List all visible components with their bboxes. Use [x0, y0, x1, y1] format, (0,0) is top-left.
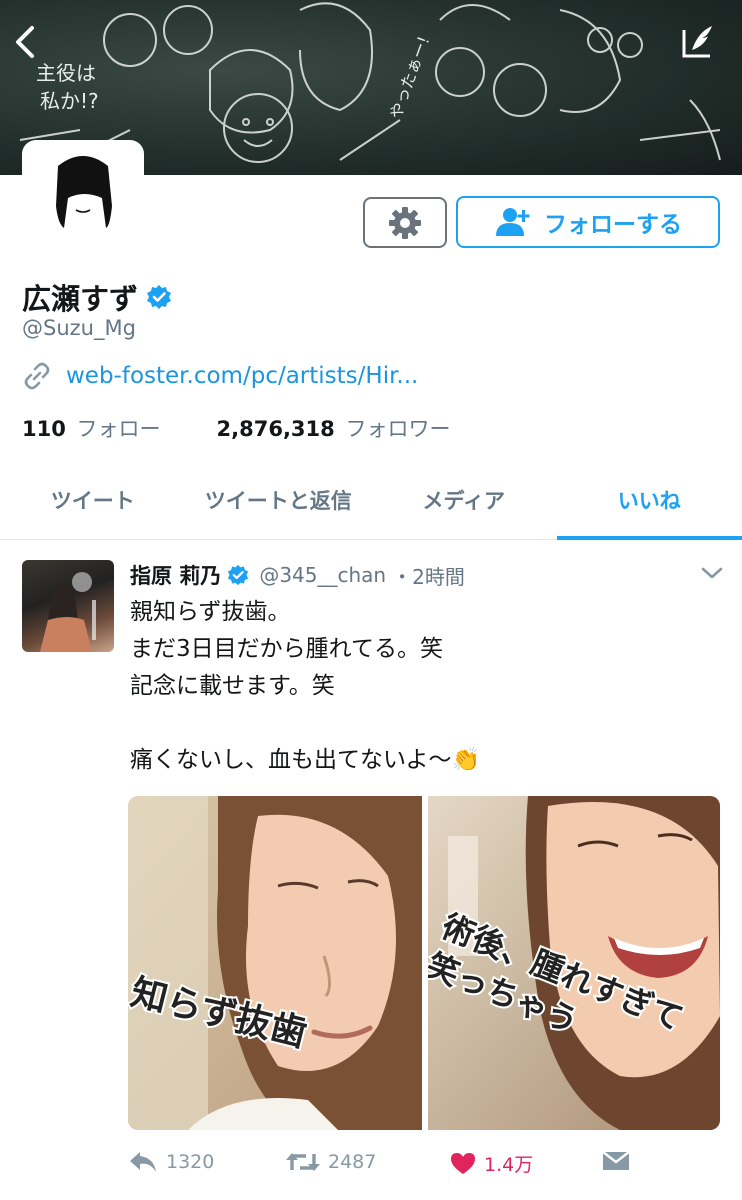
profile-handle: @Suzu_Mg [22, 316, 136, 340]
retweet-icon [286, 1153, 320, 1171]
tweet-photo-2[interactable]: 術後、腫れすぎて 笑っちゃう [428, 796, 720, 1130]
tweet-text: 親知らず抜歯。 まだ3日目だから腫れてる。笑 記念に載せます。笑 痛くないし、血… [130, 594, 720, 779]
profile-name: 広瀬すず [22, 282, 139, 316]
tweet-header: 指原 莉乃 @345__chan ・2時間 [130, 560, 710, 590]
profile-website[interactable]: web-foster.com/pc/artists/Hir... [22, 361, 418, 391]
heart-icon [451, 1152, 475, 1174]
verified-icon [147, 285, 172, 309]
tweet-actions: 1320 2487 1.4万 [128, 1150, 728, 1180]
tweet-author-name[interactable]: 指原 莉乃 [130, 560, 221, 590]
profile-tabs: ツイート ツイートと返信 メディア いいね [0, 460, 742, 540]
settings-button[interactable] [363, 197, 447, 248]
tweet-author-handle[interactable]: @345__chan [259, 563, 386, 587]
compose-icon [682, 26, 712, 58]
reply-icon [130, 1152, 156, 1172]
tweet-avatar-image [40, 572, 96, 652]
reply-count: 1320 [166, 1151, 215, 1173]
like-count: 1.4万 [484, 1154, 534, 1176]
tweet-menu-button[interactable] [700, 565, 724, 585]
profile-stats: 110 フォロー 2,876,318 フォロワー [22, 413, 450, 443]
chalk-text-3: やったぁー! [386, 34, 433, 122]
retweet-button[interactable]: 2487 [286, 1150, 376, 1174]
photo-2-image: 術後、腫れすぎて 笑っちゃう [428, 796, 720, 1130]
direct-message-button[interactable] [602, 1150, 630, 1172]
profile-avatar[interactable] [22, 140, 144, 240]
tab-tweets[interactable]: ツイート [0, 460, 186, 539]
following-stat[interactable]: 110 フォロー [22, 413, 161, 443]
chalk-text-2: 私か!? [40, 89, 99, 113]
followers-label: フォロワー [345, 417, 451, 441]
tweet-body: 親知らず抜歯。 まだ3日目だから腫れてる。笑 記念に載せます。笑 痛くないし、血… [130, 599, 452, 773]
avatar-drawing [56, 156, 112, 228]
back-button[interactable] [8, 22, 44, 62]
follow-button[interactable]: フォローする [456, 196, 720, 248]
followers-stat[interactable]: 2,876,318 フォロワー [217, 413, 451, 443]
tweet-photo-1[interactable]: 知らず抜歯 [128, 796, 422, 1130]
tab-media[interactable]: メディア [371, 460, 557, 539]
gear-icon [389, 206, 421, 239]
tab-likes[interactable]: いいね [556, 460, 742, 540]
follow-button-label: フォローする [544, 212, 682, 238]
following-label: フォロー [76, 417, 161, 441]
chevron-down-icon [701, 567, 723, 579]
following-count: 110 [22, 417, 66, 441]
tweet-time: ・2時間 [392, 564, 465, 589]
back-icon [16, 26, 34, 58]
chalk-text-1: 主役は [36, 61, 96, 85]
photo-1-image: 知らず抜歯 [128, 796, 422, 1130]
compose-button[interactable] [678, 22, 718, 62]
tweet-author-avatar[interactable] [22, 560, 114, 652]
verified-icon [228, 564, 249, 586]
direct-message-icon [602, 1151, 630, 1170]
clapping-hands-emoji: 👏 [451, 747, 481, 773]
like-button[interactable]: 1.4万 [450, 1150, 533, 1177]
profile-name-row: 広瀬すず [22, 276, 172, 318]
tab-tweets-and-replies[interactable]: ツイートと返信 [186, 460, 372, 539]
add-user-icon [496, 208, 530, 236]
link-icon [24, 362, 50, 390]
retweet-count: 2487 [328, 1151, 377, 1173]
reply-button[interactable]: 1320 [128, 1150, 214, 1174]
website-link[interactable]: web-foster.com/pc/artists/Hir... [66, 363, 418, 389]
followers-count: 2,876,318 [216, 417, 335, 441]
